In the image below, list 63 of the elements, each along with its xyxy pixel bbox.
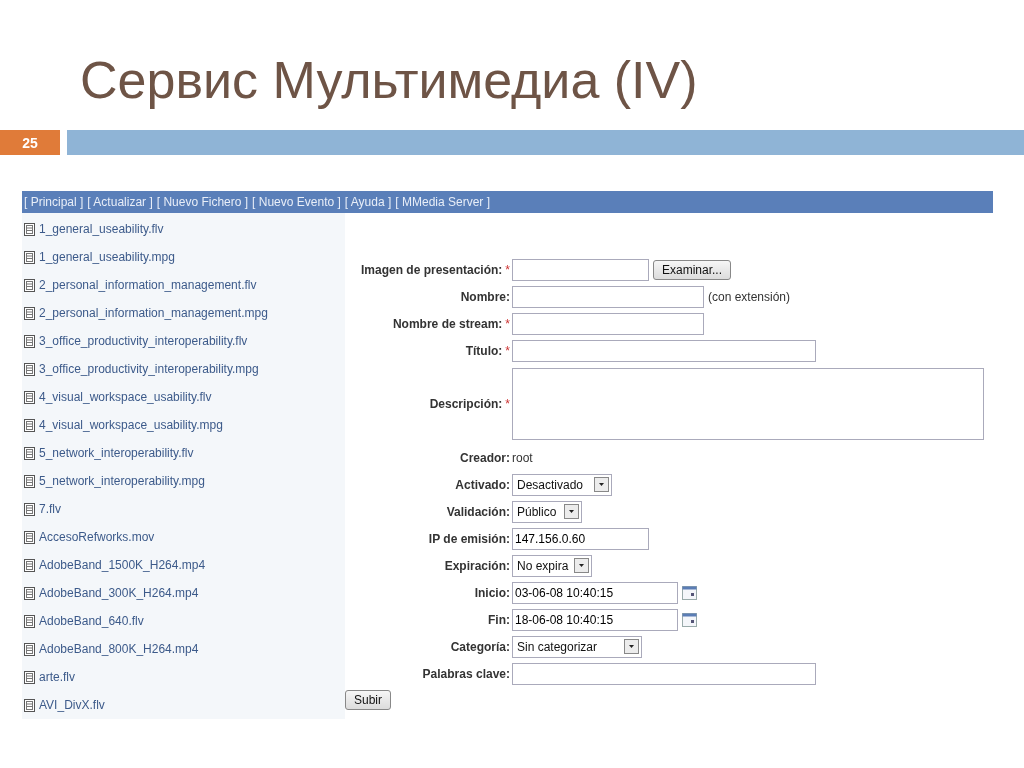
calendar-icon[interactable] [682,612,697,627]
file-link[interactable]: 2_personal_information_management.flv [39,278,257,292]
nav-link[interactable]: [ Principal ] [24,195,84,209]
file-link[interactable]: 5_network_interoperability.mpg [39,474,205,488]
field-value: root [512,450,533,465]
dropdown[interactable]: Desactivado [512,473,612,496]
required-mark: * [505,397,510,411]
file-link[interactable]: AdobeBand_1500K_H264.mp4 [39,558,206,572]
file-link[interactable]: AdobeBand_800K_H264.mp4 [39,642,199,656]
field-label: Fin: [488,612,510,627]
text-field[interactable] [512,339,816,362]
field-label: Categoría: [450,639,510,654]
nav-link[interactable]: [ Nuevo Evento ] [252,195,341,209]
required-mark: * [505,343,510,358]
field-label: Inicio: [474,585,510,600]
field-label: Descripción: [429,397,503,411]
nav-link[interactable]: [ Nuevo Fichero ] [156,195,249,209]
text-field[interactable] [512,662,816,685]
field-label: Activado: [455,477,510,492]
submit-button[interactable]: Subir [345,690,391,710]
field-label: Nombre de stream: [392,316,503,331]
description-field[interactable] [512,368,984,440]
field-label: Creador: [460,450,510,465]
calendar-icon[interactable] [682,585,697,600]
dropdown[interactable]: Sin categorizar [512,635,642,658]
text-field[interactable]: 147.156.0.60 [512,527,649,550]
field-label: IP de emisión: [428,531,510,546]
nav-link[interactable]: [ MMedia Server ] [395,195,490,209]
file-link[interactable]: arte.flv [39,670,75,684]
slide-number: 25 [0,130,60,155]
date-field[interactable]: 18-06-08 10:40:15 [512,608,678,631]
file-link[interactable]: 3_office_productivity_interoperability.mpg [39,362,259,376]
nav-link[interactable]: [ Actualizar ] [87,195,153,209]
field-note: (con extensión) [708,289,791,304]
file-link[interactable]: 1_general_useability.flv [39,222,164,236]
file-link[interactable]: 4_visual_workspace_usability.flv [39,390,212,404]
dropdown[interactable]: No expira [512,554,592,577]
field-label: Título: [465,343,503,358]
file-link[interactable]: AdobeBand_300K_H264.mp4 [39,586,199,600]
file-link[interactable]: 3_office_productivity_interoperability.flv [39,334,248,348]
dropdown[interactable]: Público [512,500,582,523]
text-field[interactable] [512,312,704,335]
file-link[interactable]: 7.flv [39,502,61,516]
required-mark: * [505,316,510,331]
file-link[interactable]: AdobeBand_640.flv [39,614,144,628]
file-link[interactable]: AccesoRefworks.mov [39,530,155,544]
browse-button[interactable]: Examinar... [653,259,732,280]
file-link[interactable]: AVI_DivX.flv [39,698,105,712]
required-mark: * [505,262,510,277]
file-link[interactable]: 4_visual_workspace_usability.mpg [39,418,223,432]
field-label: Nombre: [460,289,510,304]
field-label: Expiración: [444,558,510,573]
text-field[interactable] [512,285,704,308]
date-field[interactable]: 03-06-08 10:40:15 [512,581,678,604]
field-label: Palabras clave: [422,666,510,681]
nav-link[interactable]: [ Ayuda ] [344,195,392,209]
slide-title: Сервис Мультимедиа (IV) [80,50,698,111]
file-link[interactable]: 1_general_useability.mpg [39,250,175,264]
field-label: Validación: [446,504,510,519]
file-path-field[interactable] [512,258,649,281]
file-link[interactable]: 2_personal_information_management.mpg [39,306,268,320]
file-link[interactable]: 5_network_interoperability.flv [39,446,194,460]
field-label: Imagen de presentación: [360,262,503,277]
